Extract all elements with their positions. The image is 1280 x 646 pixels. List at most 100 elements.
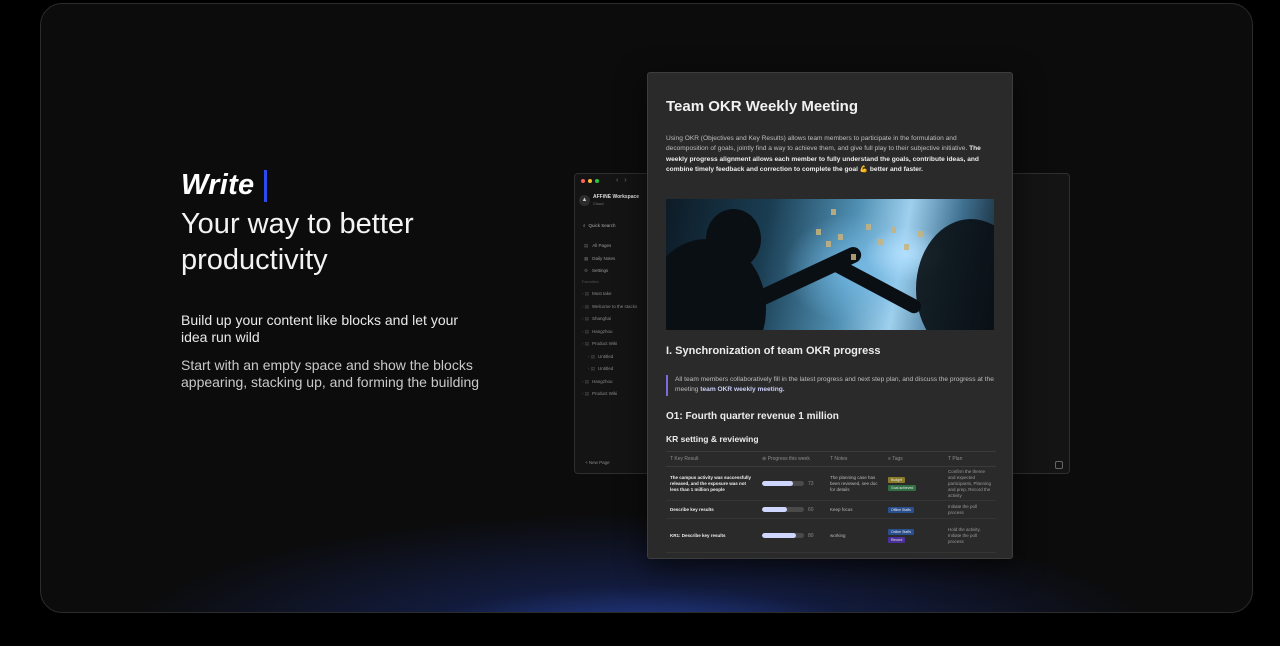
back-arrow-icon[interactable]: ‹	[616, 177, 618, 184]
person-head	[706, 209, 761, 269]
plus-icon: +	[585, 460, 588, 465]
sidebar-item-label: All Pages	[592, 243, 612, 248]
column-header[interactable]: ⊕ Progress this week	[758, 452, 826, 466]
cell-progress[interactable]: 60	[758, 501, 826, 518]
sticky-note	[816, 229, 821, 235]
sticky-note	[831, 209, 836, 215]
table-row[interactable]: Describe key results 60 Keep focus Offline …	[666, 501, 996, 519]
favorite-item[interactable]: › ▤ Must take	[582, 288, 637, 301]
cell-tags[interactable]: Budget Goal achieved	[884, 467, 944, 500]
favorite-item[interactable]: › ▤ Hangzhou	[582, 326, 637, 339]
sticky-note	[904, 244, 909, 250]
plan-text: Hold the activity, Initiate the poll pro…	[948, 526, 981, 544]
cell-key-result[interactable]: Describe key results	[666, 501, 758, 518]
table-row[interactable]: The campus activity was successfully rel…	[666, 467, 996, 501]
favorite-item[interactable]: › ▤ Product Wiki	[582, 388, 637, 401]
favorite-item[interactable]: › ▤ Untitled	[582, 363, 637, 376]
sticky-note	[878, 239, 883, 245]
cell-key-result[interactable]: KR1: Describe key results	[666, 519, 758, 552]
quote-block[interactable]: All team members collaboratively fill in…	[666, 375, 996, 396]
favorite-label: Hangzhou	[592, 328, 613, 334]
tag-badge[interactable]: Budget	[888, 476, 906, 483]
sidebar-item[interactable]: ▤ All Pages	[584, 240, 615, 253]
tag-badge[interactable]: Online Staffs	[888, 528, 914, 535]
favorites-list: › ▤ Must take › ▤ Welcome to the stacks › ▤ S…	[582, 288, 637, 401]
kr-heading[interactable]: KR setting & reviewing	[666, 434, 759, 444]
cell-tags[interactable]: Offline Staffs	[884, 501, 944, 518]
sidebar-item-label: Daily Notes	[592, 255, 616, 261]
cell-notes[interactable]: Keep focus	[826, 501, 884, 518]
tag-badge[interactable]: Record	[888, 536, 906, 543]
page-icon: › ▤	[582, 316, 590, 321]
progress-track	[762, 533, 804, 538]
minimize-dot-icon[interactable]	[588, 179, 592, 183]
cell-plan[interactable]: Confirm the theme and expected participa…	[944, 467, 996, 500]
progress-value: 73	[808, 480, 814, 487]
gear-icon: ⚙	[584, 268, 589, 273]
sidebar-nav: ▤ All Pages ▦ Daily Notes ⚙ Settings	[584, 240, 615, 278]
cell-progress[interactable]: 73	[758, 467, 826, 500]
cell-plan[interactable]: Initiate the poll process	[944, 501, 996, 518]
help-icon[interactable]	[1055, 461, 1063, 469]
sticky-note	[851, 254, 856, 260]
sidebar-item[interactable]: ▦ Daily Notes	[584, 253, 615, 266]
cell-notes[interactable]: The planning case has been reviewed, see…	[826, 467, 884, 500]
key-result-text: KR1: Describe key results	[670, 532, 726, 538]
favorite-item[interactable]: › ▤ Untitled	[582, 351, 637, 364]
column-header[interactable]: T Notes	[826, 452, 884, 466]
window-controls	[581, 179, 599, 183]
column-header-label: Tags	[892, 456, 903, 462]
progress-value: 60	[808, 506, 814, 513]
quick-search[interactable]: ⌕ Quick Search	[583, 223, 619, 228]
right-person-arm	[828, 256, 924, 316]
sidebar-item[interactable]: ⚙ Settings	[584, 265, 615, 278]
progress-value: 80	[808, 532, 814, 539]
workspace-logo-icon: ▲	[579, 194, 590, 206]
column-header[interactable]: ≡ Tags	[884, 452, 944, 466]
favorite-item[interactable]: › ▤ Product Wiki	[582, 338, 637, 351]
close-dot-icon[interactable]	[581, 179, 585, 183]
column-header-label: Plan	[952, 456, 963, 462]
hero-section: Write Your way to better productivity Bu…	[181, 169, 481, 391]
maximize-dot-icon[interactable]	[595, 179, 599, 183]
favorite-label: Product Wiki	[592, 391, 618, 396]
cell-key-result[interactable]: The campus activity was successfully rel…	[666, 467, 758, 500]
section-heading[interactable]: I. Synchronization of team OKR progress	[666, 345, 881, 357]
quote-link[interactable]: team OKR weekly meeting.	[700, 386, 784, 393]
progress-bar[interactable]: 60	[762, 507, 822, 513]
page-icon: › ▤	[582, 341, 590, 346]
column-header[interactable]: T Plan	[944, 452, 996, 466]
favorite-label: Untitled	[598, 353, 614, 359]
sticky-note	[918, 231, 923, 237]
page-icon: › ▤	[582, 303, 590, 309]
column-header[interactable]: T Key Result	[666, 452, 758, 466]
cell-tags[interactable]: Online Staffs Record	[884, 519, 944, 552]
workspace-switcher[interactable]: ▲ AFFiNE Workspace Cloud	[579, 194, 639, 206]
objective-heading[interactable]: O1: Fourth quarter revenue 1 million	[666, 411, 839, 422]
cell-progress[interactable]: 80	[758, 519, 826, 552]
table-row[interactable]: KR1: Describe key results 80 working Online…	[666, 519, 996, 553]
page-icon: › ▤	[582, 391, 590, 396]
favorite-label: Shanghai	[592, 316, 612, 321]
cell-plan[interactable]: Hold the activity, Initiate the poll pro…	[944, 519, 996, 552]
tag-badge[interactable]: Offline Staffs	[888, 506, 914, 513]
description-secondary: Start with an empty space and show the b…	[181, 357, 480, 390]
notes-text: Keep focus	[830, 506, 853, 512]
favorite-item[interactable]: › ▤ Hangzhou	[582, 376, 637, 389]
doc-title[interactable]: Team OKR Weekly Meeting	[666, 98, 858, 115]
new-page-button[interactable]: + New Page	[585, 460, 610, 465]
progress-bar[interactable]: 73	[762, 481, 822, 487]
sticky-note	[826, 241, 831, 247]
progress-bar[interactable]: 80	[762, 533, 822, 539]
page-icon: › ▤	[582, 378, 590, 384]
search-icon: ⌕	[583, 223, 586, 228]
doc-intro[interactable]: Using OKR (Objectives and Key Results) a…	[666, 134, 996, 176]
plan-text: Confirm the theme and expected participa…	[948, 468, 992, 498]
favorite-item[interactable]: › ▤ Shanghai	[582, 313, 637, 326]
cell-notes[interactable]: working	[826, 519, 884, 552]
forward-arrow-icon[interactable]: ›	[624, 177, 626, 184]
tag-badge[interactable]: Goal achieved	[888, 484, 917, 491]
favorite-item[interactable]: › ▤ Welcome to the stacks	[582, 301, 637, 314]
key-result-text: Describe key results	[670, 506, 714, 512]
favorite-label: Hangzhou	[592, 378, 613, 384]
